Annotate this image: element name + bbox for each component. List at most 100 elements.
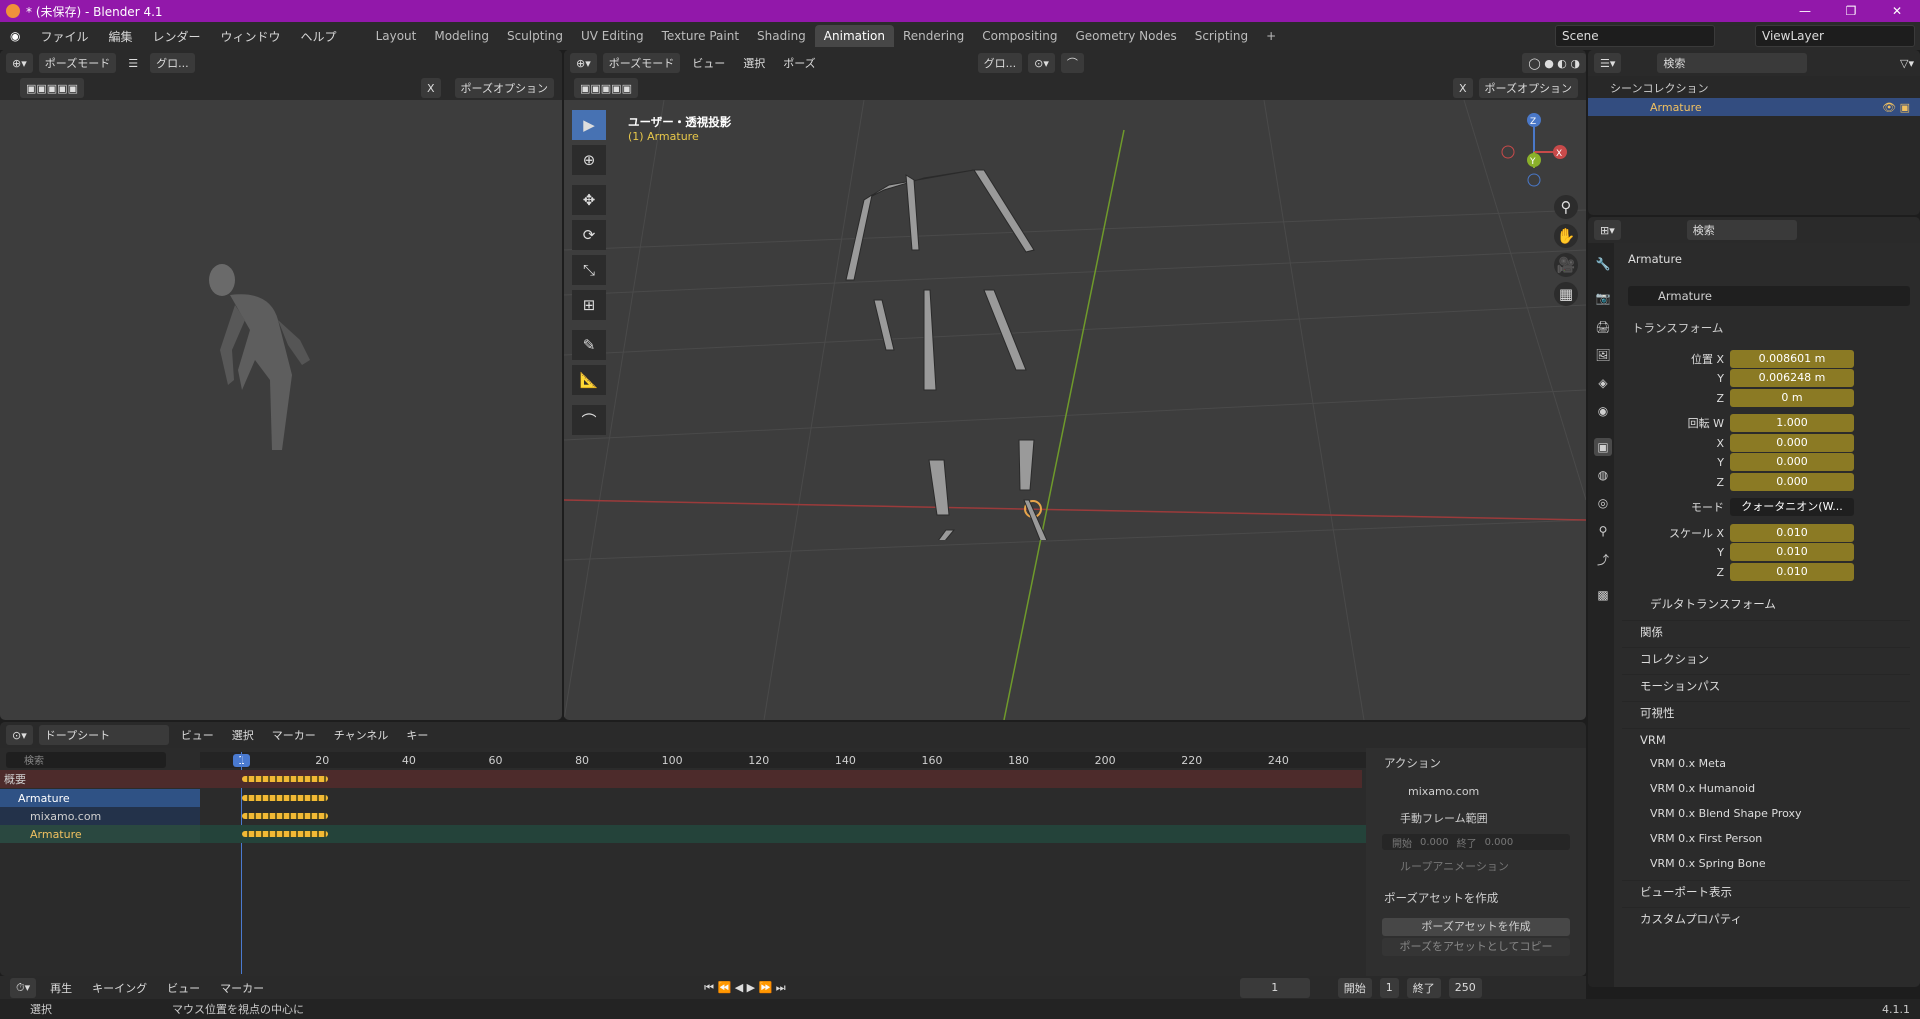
vrm-spring-bone-item[interactable]: VRM 0.x Spring Bone	[1650, 857, 1766, 870]
scene-collection[interactable]: シーンコレクション	[1610, 80, 1708, 96]
manual-frame-range-checkbox[interactable]: 手動フレーム範囲	[1400, 810, 1488, 826]
measure-tool-icon[interactable]: 📐	[572, 365, 606, 395]
dopesheet-search[interactable]: 検索	[6, 752, 166, 768]
constraint-tab-icon[interactable]: ◎	[1594, 494, 1612, 512]
visibility-icons[interactable]: 👁 ▣	[1882, 101, 1910, 114]
scale-z-field[interactable]: 0.010	[1730, 563, 1854, 581]
tab-animation[interactable]: Animation	[814, 25, 894, 47]
ds-menu-marker[interactable]: マーカー	[266, 725, 322, 745]
create-pose-asset-button[interactable]: ポーズアセットを作成	[1382, 918, 1570, 936]
filter-icon[interactable]: ▽▾	[1894, 53, 1920, 73]
data-tab-icon[interactable]: ⚲	[1594, 522, 1612, 540]
keying-menu[interactable]: キーイング	[86, 978, 153, 998]
minimize-button[interactable]: —	[1782, 0, 1828, 22]
tab-texture-paint[interactable]: Texture Paint	[653, 25, 748, 47]
vrm-meta-item[interactable]: VRM 0.x Meta	[1650, 757, 1726, 770]
scene-selector[interactable]: Scene	[1555, 25, 1715, 47]
tab-sculpting[interactable]: Sculpting	[498, 25, 572, 47]
left-3d-view[interactable]: ⊕▾ ポーズモード ☰ グロ... ▣▣▣▣▣ X ポーズオプション	[0, 50, 562, 720]
zoom-icon[interactable]: ⚲	[1554, 195, 1578, 219]
action-panel-header[interactable]: アクション	[1384, 755, 1441, 771]
ds-menu-channel[interactable]: チャンネル	[328, 725, 395, 745]
move-tool-icon[interactable]: ✥	[572, 185, 606, 215]
timeline-editor-icon[interactable]: ⏱▾	[10, 977, 37, 998]
timeline-marker-menu[interactable]: マーカー	[214, 978, 270, 998]
close-button[interactable]: ✕	[1874, 0, 1920, 22]
tab-scripting[interactable]: Scripting	[1186, 25, 1257, 47]
action-keyframes[interactable]	[242, 813, 328, 819]
action-channel-row[interactable]: mixamo.com	[0, 807, 200, 825]
add-workspace-button[interactable]: +	[1257, 25, 1285, 47]
editor-type-button[interactable]: ⊕▾	[570, 53, 597, 73]
ds-menu-view[interactable]: ビュー	[175, 725, 220, 745]
viewport-x-mirror[interactable]: X	[1453, 78, 1473, 98]
scale-tool-icon[interactable]: ⤡	[572, 255, 606, 285]
current-frame-field[interactable]: 1	[1239, 977, 1310, 998]
viewport-mode-select[interactable]: ポーズモード	[602, 53, 681, 73]
camera-icon[interactable]: 🎥	[1554, 253, 1578, 277]
viewport-shading-icons[interactable]: ◯ ● ◐ ◑	[1522, 53, 1586, 73]
left-transform-select[interactable]: グロ...	[150, 53, 195, 73]
transform-tool-icon[interactable]: ⊞	[572, 290, 606, 320]
output-tab-icon[interactable]: 🖨	[1594, 318, 1612, 336]
rotation-y-field[interactable]: 0.000	[1730, 453, 1854, 471]
tab-layout[interactable]: Layout	[367, 25, 426, 47]
rotate-tool-icon[interactable]: ⟳	[572, 220, 606, 250]
armature-keyframes[interactable]	[242, 795, 328, 801]
menu-select[interactable]: 選択	[737, 53, 771, 73]
tab-geometry-nodes[interactable]: Geometry Nodes	[1066, 25, 1185, 47]
view-layer-tab-icon[interactable]: 🖼	[1594, 346, 1612, 364]
collections-panel[interactable]: コレクション	[1622, 647, 1910, 669]
start-frame-field[interactable]: 1	[1379, 977, 1399, 998]
object-name-field[interactable]: Armature	[1628, 286, 1910, 306]
properties-search[interactable]: 検索	[1686, 220, 1797, 240]
left-mode-select[interactable]: ポーズモード	[38, 53, 117, 73]
motion-paths-panel[interactable]: モーションパス	[1622, 674, 1910, 696]
visibility-panel[interactable]: 可視性	[1622, 701, 1910, 723]
left-x-mirror[interactable]: X	[421, 78, 441, 98]
select-box-icon[interactable]: ▣▣▣▣▣	[574, 78, 638, 98]
timeline-view-menu[interactable]: ビュー	[161, 978, 206, 998]
dopesheet-mode-select[interactable]: ドープシート	[38, 725, 169, 745]
outliner-search[interactable]: 検索	[1657, 53, 1808, 73]
scene-tab-icon[interactable]: ◈	[1594, 374, 1612, 392]
tab-rendering[interactable]: Rendering	[894, 25, 973, 47]
summary-keyframes[interactable]	[242, 776, 328, 782]
left-pose-options[interactable]: ポーズオプション	[454, 78, 554, 98]
copy-pose-button[interactable]: ポーズをアセットとしてコピー	[1382, 938, 1570, 956]
bone-tab-icon[interactable]: ⤴	[1594, 550, 1612, 568]
viewport-display-panel[interactable]: ビューポート表示	[1622, 880, 1910, 902]
object-tab-icon[interactable]: ▣	[1594, 438, 1612, 456]
main-3d-viewport[interactable]: ⊕▾ ポーズモード ビュー 選択 ポーズ グロ... ⊙▾ ⌒ ◯ ● ◐ ◑ …	[564, 50, 1586, 720]
tool-tab-icon[interactable]: 🔧	[1594, 255, 1612, 273]
editor-type-button[interactable]: ☰▾	[1594, 53, 1622, 73]
view-layer-selector[interactable]: ViewLayer	[1755, 25, 1915, 47]
menu-pose[interactable]: ポーズ	[777, 53, 821, 73]
vrm-first-person-item[interactable]: VRM 0.x First Person	[1650, 832, 1762, 845]
scale-y-field[interactable]: 0.010	[1730, 543, 1854, 561]
navigation-gizmo[interactable]: Z X Y	[1494, 110, 1574, 190]
custom-properties-panel[interactable]: カスタムプロパティ	[1622, 907, 1910, 929]
action-name[interactable]: mixamo.com	[1408, 785, 1479, 798]
snap-icon[interactable]: ⌒	[1060, 53, 1084, 73]
editor-type-button[interactable]: ⊞▾	[1594, 220, 1621, 240]
annotate-tool-icon[interactable]: ✎	[572, 330, 606, 360]
playback-menu[interactable]: 再生	[44, 978, 78, 998]
location-x-field[interactable]: 0.008601 m	[1730, 350, 1854, 368]
hamburger-icon[interactable]: ☰	[122, 53, 144, 73]
rotation-x-field[interactable]: 0.000	[1730, 434, 1854, 452]
rotation-mode-select[interactable]: クォータニオン(W...	[1730, 498, 1854, 516]
world-tab-icon[interactable]: ◉	[1594, 402, 1612, 420]
editor-type-button[interactable]: ⊙▾	[6, 725, 33, 745]
rotation-z-field[interactable]: 0.000	[1730, 473, 1854, 491]
pivot-icon[interactable]: ⊙▾	[1028, 53, 1055, 73]
rotation-w-field[interactable]: 1.000	[1730, 414, 1854, 432]
location-y-field[interactable]: 0.006248 m	[1730, 369, 1854, 387]
viewport-pose-options[interactable]: ポーズオプション	[1478, 78, 1578, 98]
pan-hand-icon[interactable]: ✋	[1554, 224, 1578, 248]
select-tool-icon[interactable]: ▶	[572, 110, 606, 140]
select-box-icon[interactable]: ▣▣▣▣▣	[20, 78, 84, 98]
transform-panel-header[interactable]: トランスフォーム	[1632, 320, 1723, 336]
summary-row[interactable]: 概要	[0, 770, 1362, 788]
relations-panel[interactable]: 関係	[1622, 620, 1910, 642]
